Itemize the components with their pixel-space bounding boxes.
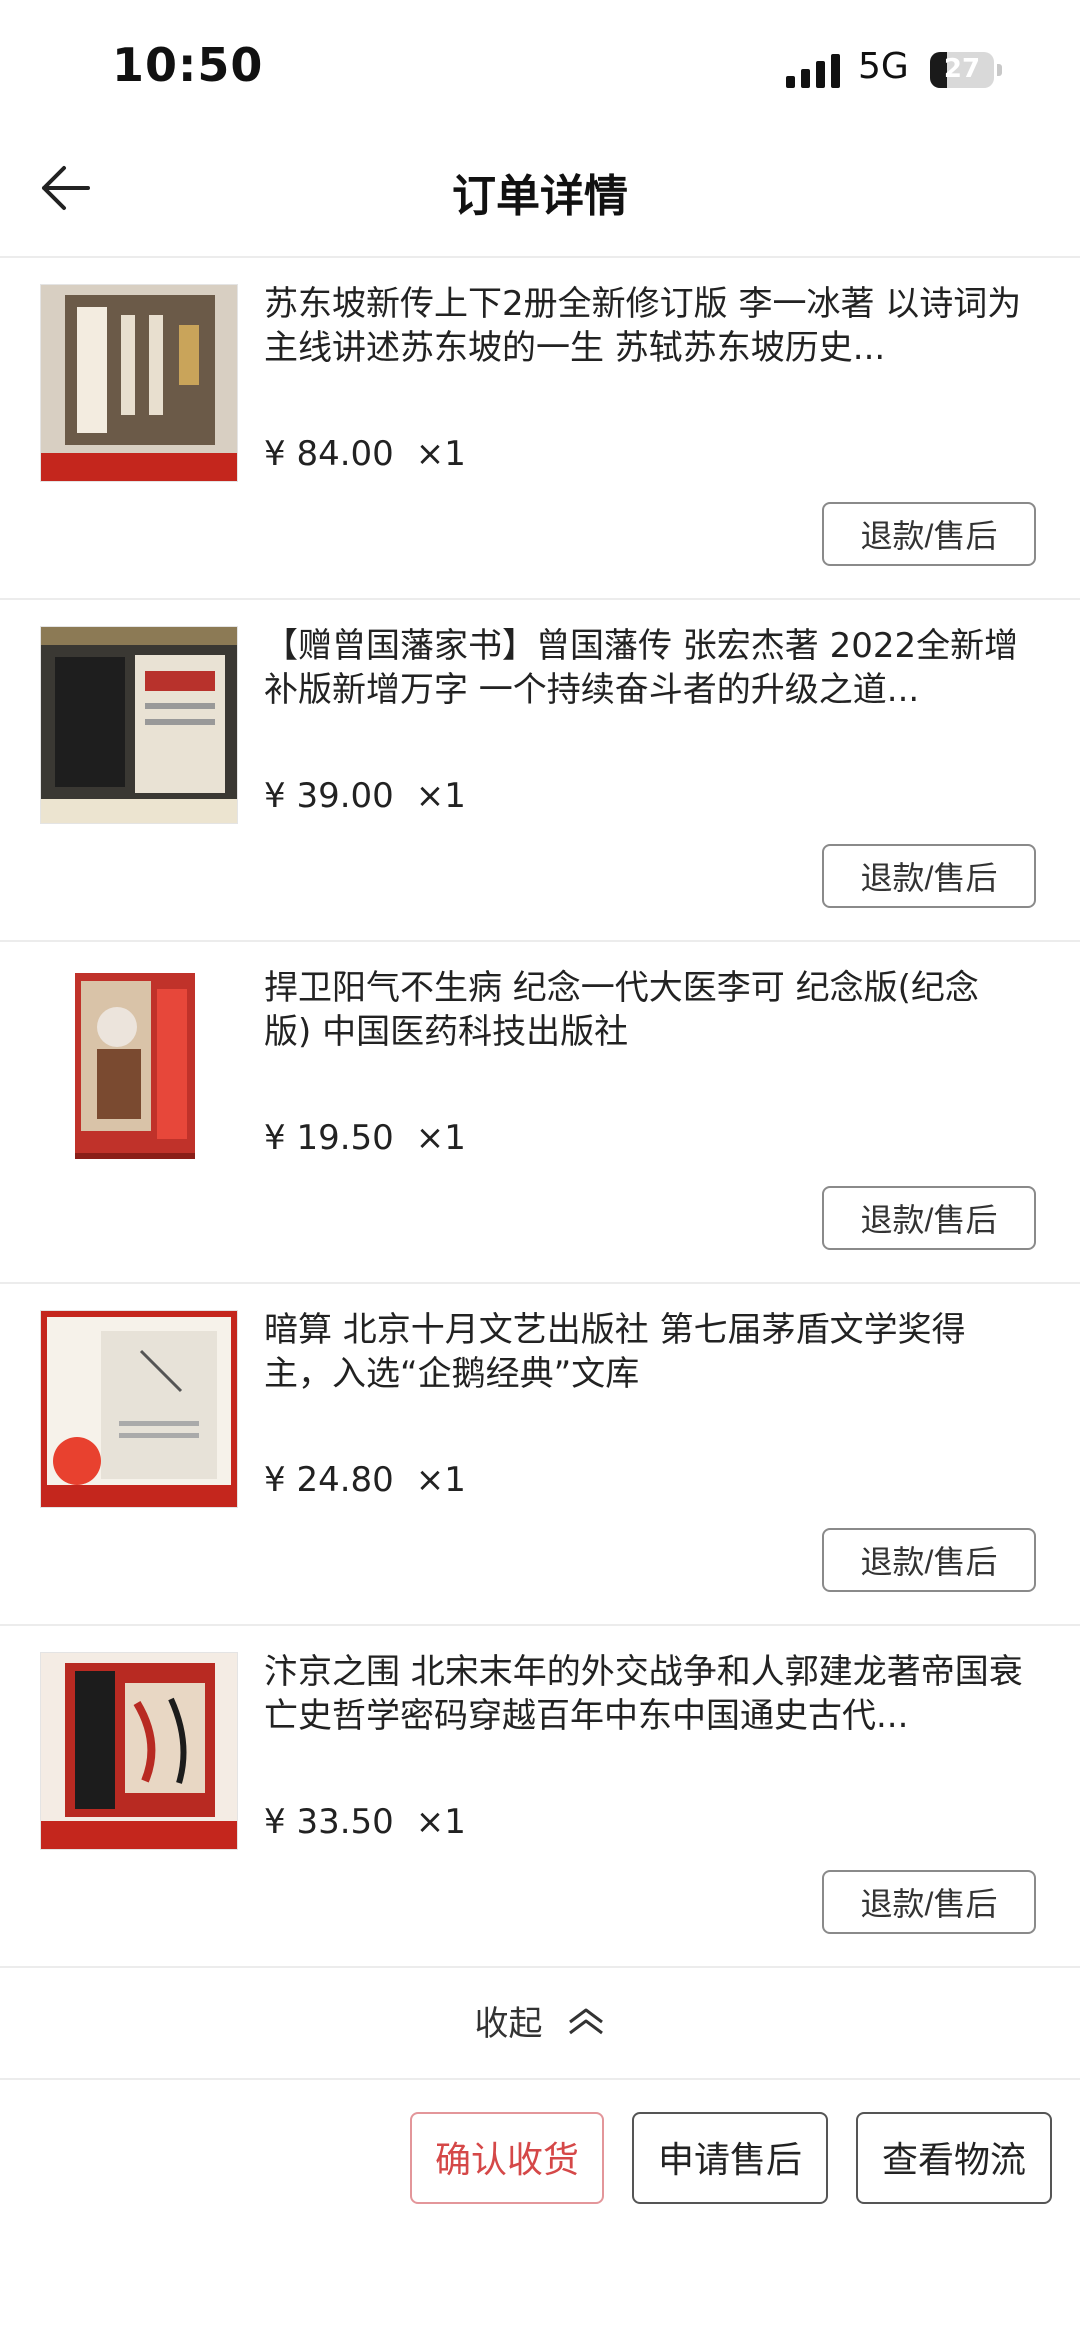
collapse-label: 收起 [474, 2004, 543, 2044]
product-price: ¥ 19.50 ×1 [264, 1118, 466, 1158]
network-type: 5G [858, 46, 909, 87]
chevron-up-icon [568, 2008, 603, 2034]
product-price: ¥ 24.80 ×1 [264, 1460, 466, 1500]
refund-after-sale-button[interactable]: 退款/售后 [822, 1186, 1036, 1250]
price-value: ¥ 24.80 [264, 1460, 394, 1500]
product-thumbnail[interactable] [40, 968, 238, 1166]
signal-icon [786, 54, 840, 88]
battery-cap [997, 64, 1002, 76]
refund-after-sale-button[interactable]: 退款/售后 [822, 502, 1036, 566]
price-value: ¥ 33.50 [264, 1802, 394, 1842]
order-item[interactable]: 捍卫阳气不生病 纪念一代大医李可 纪念版(纪念版) 中国医药科技出版社 ¥ 19… [0, 942, 1080, 1284]
product-thumbnail[interactable] [40, 1310, 238, 1508]
product-name[interactable]: 汴京之围 北宋末年的外交战争和人郭建龙著帝国衰亡史哲学密码穿越百年中东中国通史古… [264, 1650, 1024, 1738]
quantity: ×1 [415, 1802, 466, 1842]
collapse-toggle[interactable]: 收起 [0, 1960, 1080, 2080]
quantity: ×1 [415, 1118, 466, 1158]
status-bar: 10:50 5G 27 [0, 0, 1080, 130]
page-title: 订单详情 [452, 171, 628, 222]
order-item-list: 苏东坡新传上下2册全新修订版 李一冰著 以诗词为主线讲述苏东坡的一生 苏轼苏东坡… [0, 258, 1080, 1968]
quantity: ×1 [415, 434, 466, 474]
quantity: ×1 [415, 776, 466, 816]
status-time: 10:50 [112, 38, 264, 92]
product-thumbnail[interactable] [40, 284, 238, 482]
page-header: 订单详情 [0, 130, 1080, 258]
product-name[interactable]: 暗算 北京十月文艺出版社 第七届茅盾文学奖得主，入选“企鹅经典”文库 [264, 1308, 1024, 1396]
product-price: ¥ 84.00 ×1 [264, 434, 466, 474]
battery-level: 27 [943, 54, 981, 84]
order-item[interactable]: 汴京之围 北宋末年的外交战争和人郭建龙著帝国衰亡史哲学密码穿越百年中东中国通史古… [0, 1626, 1080, 1968]
refund-after-sale-button[interactable]: 退款/售后 [822, 844, 1036, 908]
product-name[interactable]: 【赠曾国藩家书】曾国藩传 张宏杰著 2022全新增补版新增万字 一个持续奋斗者的… [264, 624, 1024, 712]
confirm-receipt-button[interactable]: 确认收货 [410, 2112, 604, 2204]
refund-after-sale-button[interactable]: 退款/售后 [822, 1528, 1036, 1592]
quantity: ×1 [415, 1460, 466, 1500]
battery-icon: 27 [930, 52, 994, 88]
view-logistics-button[interactable]: 查看物流 [856, 2112, 1052, 2204]
product-name[interactable]: 捍卫阳气不生病 纪念一代大医李可 纪念版(纪念版) 中国医药科技出版社 [264, 966, 1024, 1054]
product-name[interactable]: 苏东坡新传上下2册全新修订版 李一冰著 以诗词为主线讲述苏东坡的一生 苏轼苏东坡… [264, 282, 1024, 370]
apply-after-sale-button[interactable]: 申请售后 [632, 2112, 828, 2204]
price-value: ¥ 84.00 [264, 434, 394, 474]
order-item[interactable]: 暗算 北京十月文艺出版社 第七届茅盾文学奖得主，入选“企鹅经典”文库 ¥ 24.… [0, 1284, 1080, 1626]
order-item[interactable]: 苏东坡新传上下2册全新修订版 李一冰著 以诗词为主线讲述苏东坡的一生 苏轼苏东坡… [0, 258, 1080, 600]
product-price: ¥ 39.00 ×1 [264, 776, 466, 816]
product-thumbnail[interactable] [40, 1652, 238, 1850]
price-value: ¥ 39.00 [264, 776, 394, 816]
product-price: ¥ 33.50 ×1 [264, 1802, 466, 1842]
bottom-action-bar: 确认收货 申请售后 查看物流 [0, 2080, 1080, 2337]
refund-after-sale-button[interactable]: 退款/售后 [822, 1870, 1036, 1934]
order-item[interactable]: 【赠曾国藩家书】曾国藩传 张宏杰著 2022全新增补版新增万字 一个持续奋斗者的… [0, 600, 1080, 942]
product-thumbnail[interactable] [40, 626, 238, 824]
price-value: ¥ 19.50 [264, 1118, 394, 1158]
